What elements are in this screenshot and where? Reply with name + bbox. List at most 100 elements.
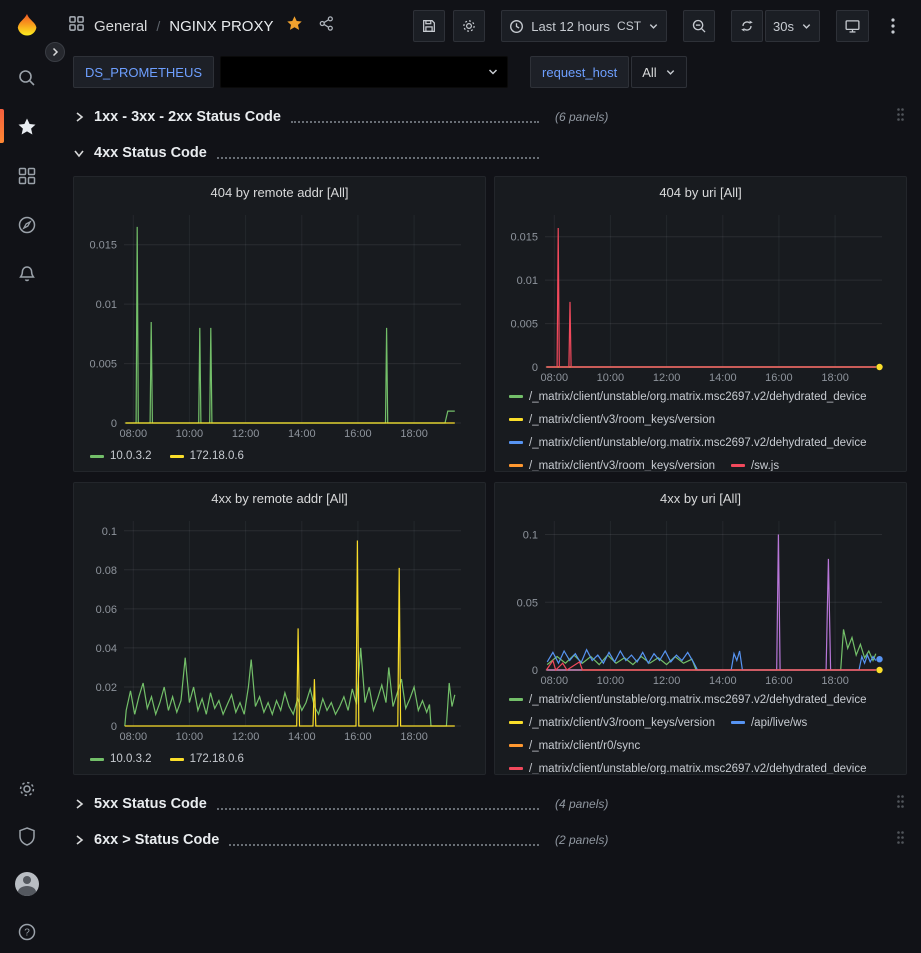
datasource-variable-label[interactable]: DS_PROMETHEUS <box>73 56 214 88</box>
row-header-1xx[interactable]: 1xx - 3xx - 2xx Status Code (6 panels) <box>73 104 907 130</box>
legend-item[interactable]: /_matrix/client/unstable/org.matrix.msc2… <box>509 437 867 449</box>
panel-404-by-remote-addr: 404 by remote addr [All] 08:0010:0012:00… <box>73 176 486 472</box>
svg-text:18:00: 18:00 <box>400 428 428 440</box>
dashboard-toolbar: General / NGINX PROXY L <box>54 0 921 52</box>
panel-4xx-by-remote-addr: 4xx by remote addr [All] 08:0010:0012:00… <box>73 482 486 775</box>
search-icon[interactable] <box>16 67 38 89</box>
chevron-down-icon <box>648 21 659 32</box>
explore-compass-icon[interactable] <box>16 214 38 236</box>
svg-text:08:00: 08:00 <box>541 372 569 384</box>
legend-item[interactable]: /_matrix/client/v3/room_keys/version <box>509 414 715 426</box>
legend-item[interactable]: 10.0.3.2 <box>90 753 152 765</box>
kiosk-mode-button[interactable] <box>836 10 869 42</box>
sidebar-expand-button[interactable] <box>45 42 65 62</box>
legend-item[interactable]: /_matrix/client/v3/room_keys/version <box>509 717 715 729</box>
svg-text:12:00: 12:00 <box>653 372 681 384</box>
svg-text:10:00: 10:00 <box>176 428 204 440</box>
row-header-4xx[interactable]: 4xx Status Code <box>73 140 907 166</box>
alerting-bell-icon[interactable] <box>16 263 38 285</box>
breadcrumb-dashboard-title[interactable]: NGINX PROXY <box>169 18 273 35</box>
legend-item[interactable]: 172.18.0.6 <box>170 450 244 462</box>
legend-label: /api/live/ws <box>751 717 807 729</box>
legend-label: 10.0.3.2 <box>110 753 152 765</box>
help-icon[interactable]: ? <box>16 921 38 943</box>
svg-text:14:00: 14:00 <box>288 731 316 743</box>
legend-swatch <box>509 698 523 701</box>
legend-item[interactable]: /api/live/ws <box>731 717 807 729</box>
refresh-interval-picker[interactable]: 30s <box>765 10 820 42</box>
legend-label: /_matrix/client/unstable/org.matrix.msc2… <box>529 437 867 449</box>
datasource-variable-select[interactable] <box>220 56 508 88</box>
refresh-button[interactable] <box>731 10 763 42</box>
svg-text:16:00: 16:00 <box>344 731 372 743</box>
row-header-5xx[interactable]: 5xx Status Code (4 panels) <box>73 791 907 817</box>
chevron-right-icon <box>73 834 85 846</box>
grafana-logo-icon[interactable] <box>12 12 42 42</box>
svg-text:08:00: 08:00 <box>120 731 148 743</box>
row-drag-handle-icon[interactable] <box>896 794 907 814</box>
svg-text:0.04: 0.04 <box>96 643 117 655</box>
legend-swatch <box>509 418 523 421</box>
panel-title[interactable]: 4xx by remote addr [All] <box>82 485 477 511</box>
row-drag-handle-icon[interactable] <box>896 107 907 127</box>
request-host-select[interactable]: All <box>631 56 686 88</box>
svg-text:0.05: 0.05 <box>517 597 538 609</box>
configuration-gear-icon[interactable] <box>16 778 38 800</box>
row-header-6xx[interactable]: 6xx > Status Code (2 panels) <box>73 827 907 853</box>
refresh-group: 30s <box>731 10 820 42</box>
request-host-label[interactable]: request_host <box>530 56 629 88</box>
chart-4xx-by-uri[interactable]: 08:0010:0012:0014:0016:0018:0000.050.1 <box>503 511 898 688</box>
row-panel-count: (4 panels) <box>555 797 608 811</box>
legend-item[interactable]: /_matrix/client/r0/sync <box>509 740 640 752</box>
svg-text:12:00: 12:00 <box>232 428 260 440</box>
favorite-star-icon[interactable] <box>286 15 303 37</box>
svg-text:14:00: 14:00 <box>709 675 737 687</box>
breadcrumb-folder[interactable]: General <box>94 18 147 35</box>
panel-4xx-by-uri: 4xx by uri [All] 08:0010:0012:0014:0016:… <box>494 482 907 775</box>
svg-text:0.02: 0.02 <box>96 682 117 694</box>
dashboards-icon[interactable] <box>16 165 38 187</box>
request-host-value: All <box>642 65 656 80</box>
chart-404-by-uri[interactable]: 08:0010:0012:0014:0016:0018:0000.0050.01… <box>503 205 898 385</box>
legend-item[interactable]: /_matrix/client/v3/room_keys/version <box>509 460 715 472</box>
svg-text:18:00: 18:00 <box>400 731 428 743</box>
leader-dots <box>229 844 539 846</box>
chevron-down-icon <box>801 21 812 32</box>
zoom-out-button[interactable] <box>683 10 715 42</box>
apps-grid-icon[interactable] <box>68 15 85 37</box>
dashboard-content: 1xx - 3xx - 2xx Status Code (6 panels) 4… <box>54 88 921 953</box>
legend-label: 172.18.0.6 <box>190 753 244 765</box>
timezone-label: CST <box>617 19 641 33</box>
legend-item[interactable]: 172.18.0.6 <box>170 753 244 765</box>
server-admin-shield-icon[interactable] <box>16 825 38 847</box>
panel-title[interactable]: 4xx by uri [All] <box>503 485 898 511</box>
dashboard-settings-button[interactable] <box>453 10 485 42</box>
chevron-down-icon <box>487 66 499 78</box>
user-avatar[interactable] <box>15 872 39 896</box>
svg-text:0: 0 <box>532 665 538 677</box>
legend-item[interactable]: /_matrix/client/unstable/org.matrix.msc2… <box>509 694 867 706</box>
row-title: 1xx - 3xx - 2xx Status Code <box>94 109 281 125</box>
legend-item[interactable]: /sw.js <box>731 460 779 472</box>
svg-text:18:00: 18:00 <box>821 372 849 384</box>
legend-label: /_matrix/client/r0/sync <box>529 740 640 752</box>
legend-item[interactable]: 10.0.3.2 <box>90 450 152 462</box>
starred-dashboards-icon[interactable] <box>16 116 38 138</box>
legend-item[interactable]: /_matrix/client/unstable/org.matrix.msc2… <box>509 391 867 403</box>
chevron-right-icon <box>73 798 85 810</box>
time-range-picker[interactable]: Last 12 hours CST <box>501 10 667 42</box>
share-icon[interactable] <box>318 15 335 37</box>
legend-swatch <box>509 721 523 724</box>
legend-item[interactable]: /_matrix/client/unstable/org.matrix.msc2… <box>509 763 867 775</box>
svg-text:0: 0 <box>111 418 117 430</box>
panel-title[interactable]: 404 by uri [All] <box>503 179 898 205</box>
svg-text:0.01: 0.01 <box>517 275 538 287</box>
row-drag-handle-icon[interactable] <box>896 830 907 850</box>
chart-4xx-by-remote-addr[interactable]: 08:0010:0012:0014:0016:0018:0000.020.040… <box>82 511 477 744</box>
panel-title[interactable]: 404 by remote addr [All] <box>82 179 477 205</box>
kebab-menu-icon[interactable] <box>877 10 909 42</box>
svg-text:0.015: 0.015 <box>89 240 117 252</box>
save-dashboard-button[interactable] <box>413 10 445 42</box>
chart-404-by-remote-addr[interactable]: 08:0010:0012:0014:0016:0018:0000.0050.01… <box>82 205 477 441</box>
svg-text:12:00: 12:00 <box>653 675 681 687</box>
